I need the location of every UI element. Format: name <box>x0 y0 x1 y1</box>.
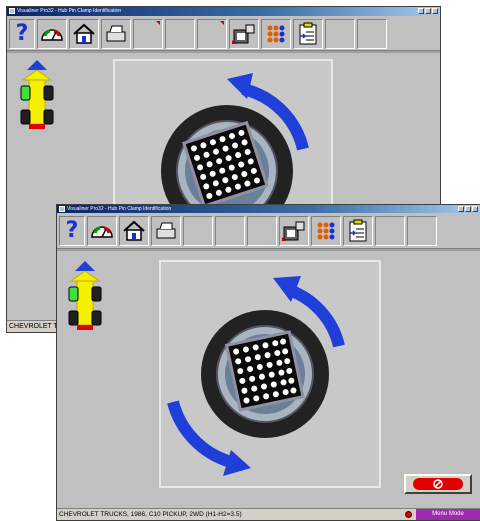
toolbar-slot[interactable] <box>375 216 405 246</box>
printer-icon <box>106 25 126 42</box>
stop-pill <box>413 478 463 490</box>
home-button[interactable] <box>69 19 99 49</box>
wheel-target-graphic <box>167 276 345 476</box>
print-button[interactable] <box>101 19 131 49</box>
gauge-icon <box>41 29 63 41</box>
title-bar: Visualiner Pro32 - Hub Pin Clamp Identif… <box>7 7 440 16</box>
toolbar-slot[interactable] <box>215 216 245 246</box>
toolbar-slot[interactable] <box>197 19 227 49</box>
vehicle-status-text: CHEVROLET TRUCKS, 1986, C10 PICKUP, 2WD … <box>59 511 242 518</box>
front-window: Visualiner Pro32 - Hub Pin Clamp Identif… <box>56 204 480 521</box>
gauge-icon <box>91 226 113 238</box>
help-button[interactable]: ? <box>59 216 85 246</box>
clipboard-button[interactable] <box>293 19 323 49</box>
home-icon <box>73 23 95 44</box>
content-area <box>57 249 480 508</box>
gauge-button[interactable] <box>87 216 117 246</box>
clipboard-button[interactable] <box>343 216 373 246</box>
dots-target-button[interactable] <box>311 216 341 246</box>
camera-target-button[interactable] <box>229 19 259 49</box>
maximize-button[interactable] <box>465 206 471 212</box>
stop-icon <box>433 479 443 489</box>
help-button[interactable]: ? <box>9 19 35 49</box>
stop-button[interactable] <box>404 474 472 494</box>
help-icon: ? <box>15 21 29 46</box>
vehicle-diagram <box>20 60 54 129</box>
camera-target-icon <box>282 221 305 241</box>
dots-target-icon <box>267 25 285 43</box>
wheel-target-panel <box>159 260 381 488</box>
toolbar-slot[interactable] <box>165 19 195 49</box>
home-icon <box>123 220 145 241</box>
gauge-button[interactable] <box>37 19 67 49</box>
close-button[interactable] <box>432 8 438 14</box>
clipboard-icon <box>299 22 317 45</box>
toolbar-slot[interactable] <box>183 216 213 246</box>
toolbar-slot[interactable] <box>357 19 387 49</box>
toolbar: ? <box>7 16 440 51</box>
clipboard-icon <box>349 219 367 242</box>
home-button[interactable] <box>119 216 149 246</box>
print-button[interactable] <box>151 216 181 246</box>
minimize-button[interactable] <box>458 206 464 212</box>
record-indicator-icon <box>405 511 412 518</box>
toolbar-slot[interactable] <box>247 216 277 246</box>
title-bar: Visualiner Pro32 - Hub Pin Clamp Identif… <box>57 205 480 213</box>
camera-target-icon <box>232 24 255 44</box>
app-icon <box>9 8 15 14</box>
minimize-button[interactable] <box>418 8 424 14</box>
status-bar: CHEVROLET TRUCKS, 1986, C10 PICKUP, 2WD … <box>57 508 480 520</box>
printer-icon <box>156 222 176 239</box>
app-icon <box>59 206 65 212</box>
toolbar: ? <box>57 213 480 249</box>
toolbar-slot[interactable] <box>133 19 163 49</box>
toolbar-slot[interactable] <box>325 19 355 49</box>
close-button[interactable] <box>472 206 478 212</box>
help-icon: ? <box>65 218 79 243</box>
maximize-button[interactable] <box>425 8 431 14</box>
camera-target-button[interactable] <box>279 216 309 246</box>
toolbar-slot[interactable] <box>407 216 437 246</box>
window-title: Visualiner Pro32 - Hub Pin Clamp Identif… <box>17 8 122 14</box>
window-title: Visualiner Pro32 - Hub Pin Clamp Identif… <box>67 206 172 212</box>
menu-mode-indicator[interactable]: Menu Mode <box>416 509 480 520</box>
dots-target-button[interactable] <box>261 19 291 49</box>
vehicle-diagram <box>68 261 102 330</box>
dots-target-icon <box>317 222 335 240</box>
